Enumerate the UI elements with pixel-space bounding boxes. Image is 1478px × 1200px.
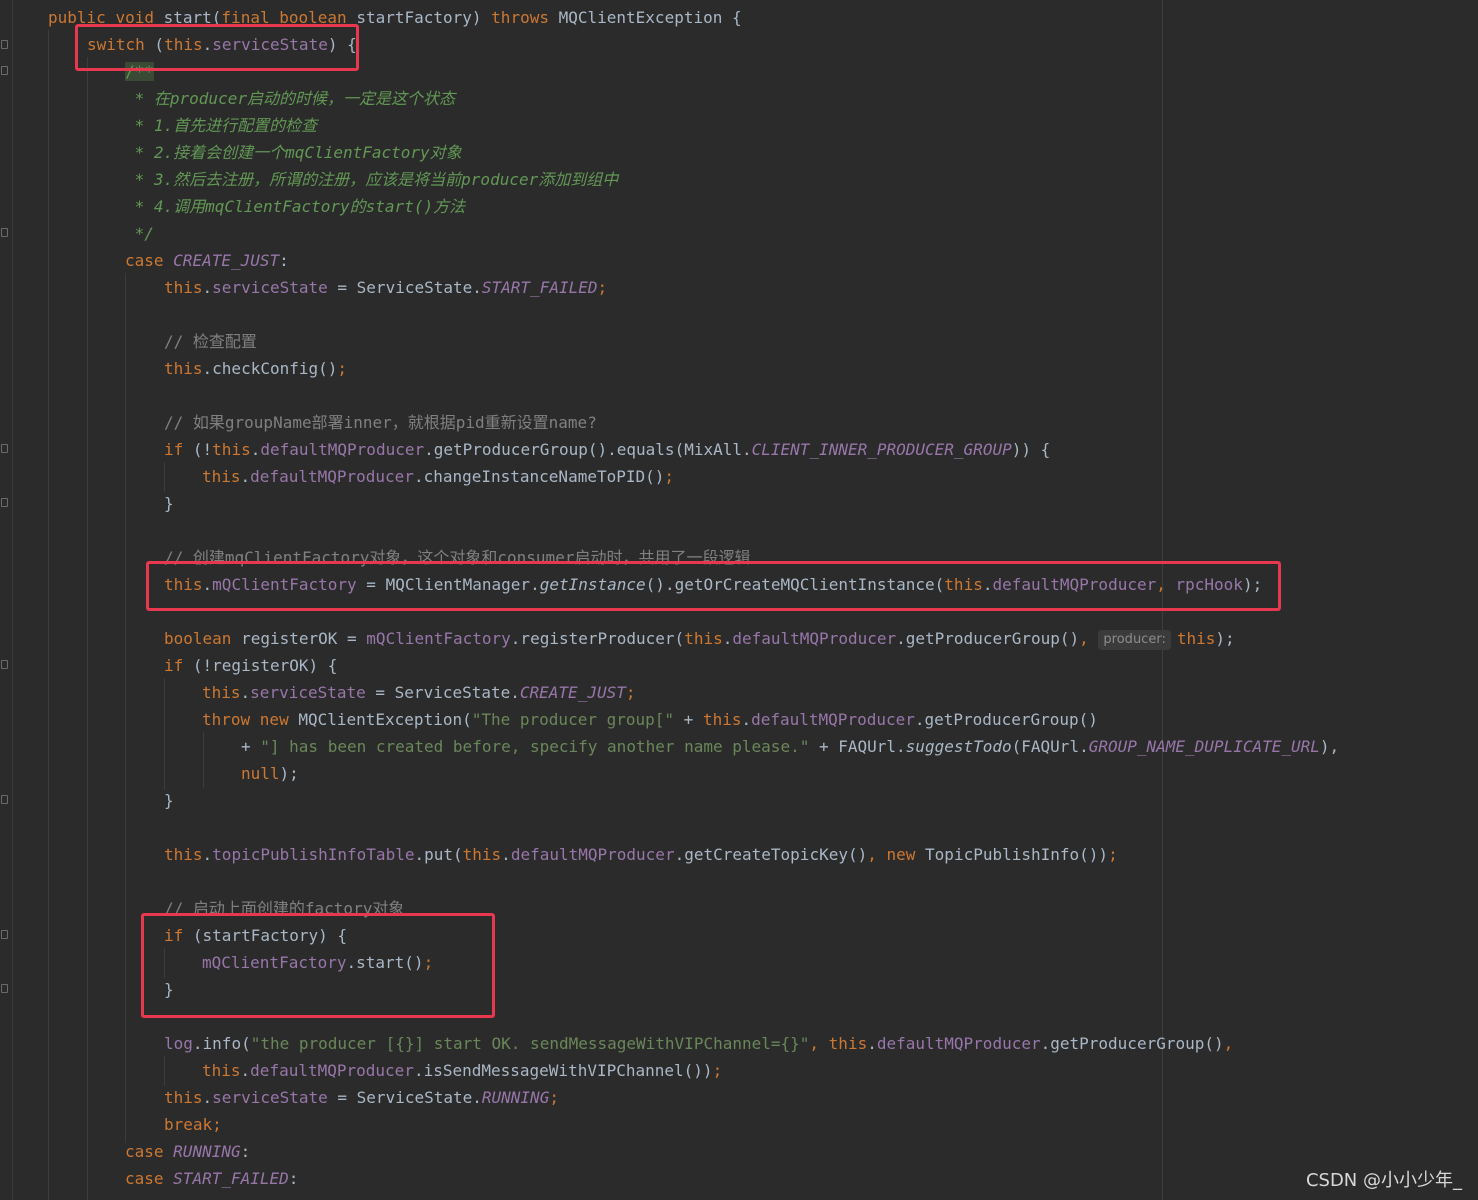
indent-guide <box>164 678 165 790</box>
fold-icon[interactable] <box>1 444 8 453</box>
indent-guide <box>203 732 204 788</box>
highlight-box-start-factory <box>141 913 495 1018</box>
indent-guide <box>87 57 88 1200</box>
fold-icon[interactable] <box>1 795 8 804</box>
code-line-15: if (!this.defaultMQProducer.getProducerG… <box>164 440 1051 459</box>
code-line-32: log.info("the producer [{}] start OK. se… <box>164 1034 1234 1053</box>
fold-icon[interactable] <box>1 660 8 669</box>
code-line-26: } <box>164 791 174 810</box>
code-line-16: this.defaultMQProducer.changeInstanceNam… <box>202 467 675 486</box>
fold-icon[interactable] <box>1 40 8 49</box>
fold-icon[interactable] <box>1 984 8 993</box>
code-line-22: this.serviceState = ServiceState.CREATE_… <box>202 683 636 702</box>
parameter-hint: producer: <box>1098 630 1171 650</box>
code-line-8: * 4.调用mqClientFactory的start()方法 <box>125 197 466 216</box>
code-line-6: * 2.接着会创建一个mqClientFactory对象 <box>125 143 462 162</box>
fold-icon[interactable] <box>1 228 8 237</box>
code-line-10: case CREATE_JUST: <box>125 251 289 270</box>
code-line-21: if (!registerOK) { <box>164 656 338 675</box>
editor-gutter <box>0 0 13 1200</box>
indent-guide <box>164 462 165 492</box>
indent-guide <box>125 273 126 1143</box>
code-line-9: */ <box>125 224 154 243</box>
code-line-17: } <box>164 494 174 513</box>
code-line-7: * 3.然后去注册，所谓的注册，应该是将当前producer添加到组中 <box>125 170 619 189</box>
code-line-20: boolean registerOK = mQClientFactory.reg… <box>164 629 1235 650</box>
code-line-27: this.topicPublishInfoTable.put(this.defa… <box>164 845 1118 864</box>
watermark: CSDN @小小少年_ <box>1305 1170 1462 1191</box>
code-line-34: this.serviceState = ServiceState.RUNNING… <box>164 1088 559 1107</box>
code-line-25: null); <box>241 764 299 783</box>
fold-icon[interactable] <box>1 66 8 75</box>
code-line-11: this.serviceState = ServiceState.START_F… <box>164 278 608 297</box>
code-line-24: + "] has been created before, specify an… <box>241 737 1340 756</box>
code-line-5: * 1.首先进行配置的检查 <box>125 116 318 135</box>
fold-icon[interactable] <box>1 930 8 939</box>
code-line-12: // 检查配置 <box>164 332 257 351</box>
code-line-23: throw new MQClientException("The produce… <box>202 710 1098 729</box>
highlight-box-switch <box>75 24 359 71</box>
indent-guide <box>48 30 49 1200</box>
code-line-37: case START_FAILED: <box>125 1169 299 1188</box>
code-line-13: this.checkConfig(); <box>164 359 348 378</box>
code-line-36: case RUNNING: <box>125 1142 251 1161</box>
indent-guide <box>164 1056 165 1086</box>
code-line-35: break; <box>164 1115 222 1134</box>
fold-icon[interactable] <box>1 498 8 507</box>
code-line-33: this.defaultMQProducer.isSendMessageWith… <box>202 1061 723 1080</box>
code-line-14: // 如果groupName部署inner，就根据pid重新设置name? <box>164 413 597 432</box>
code-line-4: * 在producer启动的时候，一定是这个状态 <box>125 89 455 108</box>
highlight-box-client-factory <box>146 561 1281 611</box>
